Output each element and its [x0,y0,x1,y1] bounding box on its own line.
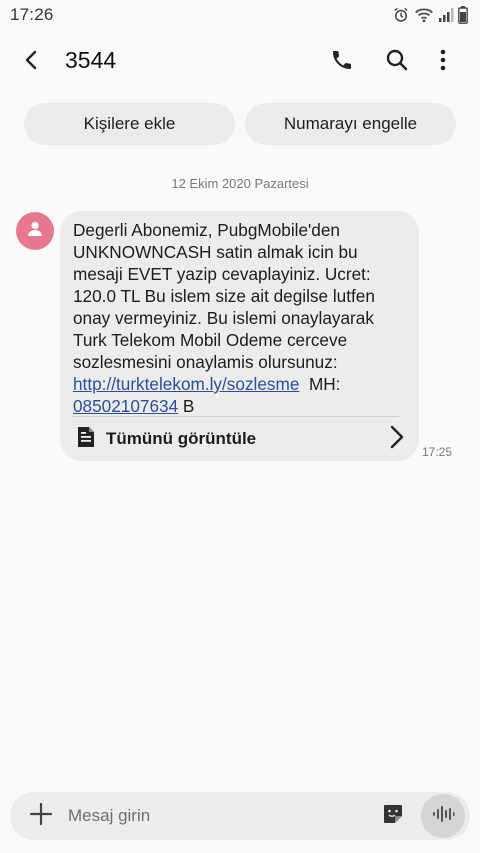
add-to-contacts-button[interactable]: Kişilere ekle [24,103,235,145]
conversation-date: 12 Ekim 2020 Pazartesi [171,176,309,191]
document-icon [76,426,96,453]
wifi-icon [414,6,434,24]
status-icons [392,6,468,24]
person-icon [25,219,45,244]
composer-bar [10,792,470,840]
block-number-button[interactable]: Numarayı engelle [245,103,456,145]
phone-icon [330,48,354,77]
call-button[interactable] [324,44,360,80]
voice-wave-icon [431,804,455,829]
message-text: Degerli Abonemiz, PubgMobile'den UNKNOWN… [73,219,405,417]
view-all-label: Tümünü görüntüle [106,429,257,448]
message-body-mid: MH: [308,374,341,394]
more-options-button[interactable] [425,44,461,80]
search-icon [385,48,409,77]
plus-icon [29,802,53,830]
message-time: 17:25 [422,445,453,459]
status-time: 17:26 [10,5,54,24]
message-body-end: B [178,396,195,416]
message-input[interactable] [68,801,368,831]
chevron-right-icon [389,425,405,454]
more-vertical-icon [439,49,447,76]
sender-avatar[interactable] [16,212,54,250]
message-body: Degerli Abonemiz, PubgMobile'den UNKNOWN… [73,220,375,372]
sticker-button[interactable] [381,804,405,828]
status-bar: 17:26 [0,0,480,30]
attach-button[interactable] [28,802,54,830]
message-phone-link[interactable]: 08502107634 [73,396,178,416]
view-all-button[interactable]: Tümünü görüntüle [76,424,405,454]
message-url-link[interactable]: http://turktelekom.ly/sozlesme [73,374,299,394]
sticker-icon [382,803,404,830]
bubble-divider [72,416,399,417]
signal-icon [438,7,454,23]
message-bubble[interactable]: Degerli Abonemiz, PubgMobile'den UNKNOWN… [60,211,419,461]
alarm-icon [392,6,410,24]
search-button[interactable] [379,44,415,80]
back-arrow-icon [21,49,43,76]
battery-icon [458,6,468,24]
contact-title: 3544 [65,47,117,73]
voice-record-button[interactable] [421,794,465,838]
back-button[interactable] [14,44,50,80]
app-bar: 3544 [0,30,480,94]
